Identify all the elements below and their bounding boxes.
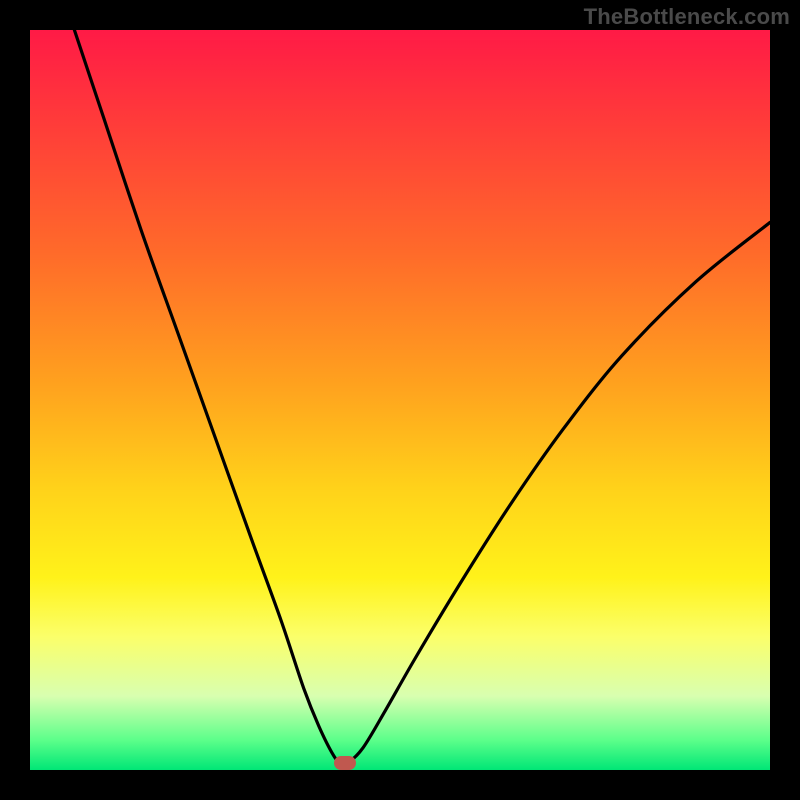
curve-path	[74, 30, 770, 764]
minimum-marker	[334, 756, 356, 770]
watermark-text: TheBottleneck.com	[584, 4, 790, 30]
bottleneck-curve	[30, 30, 770, 770]
chart-frame: TheBottleneck.com	[0, 0, 800, 800]
plot-area	[30, 30, 770, 770]
